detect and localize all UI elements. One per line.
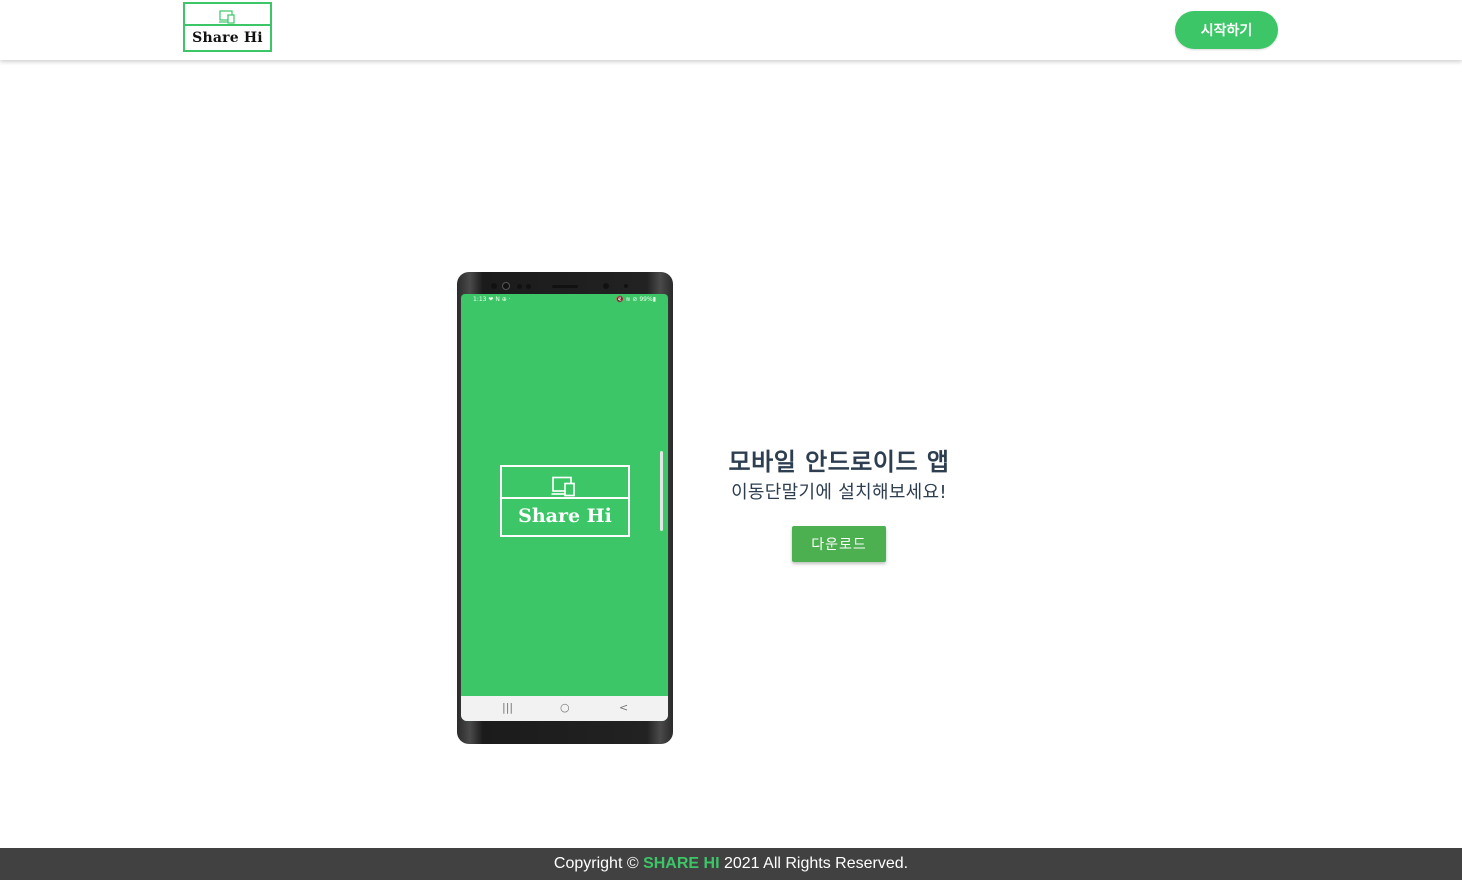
footer-copyright-prefix: Copyright © (553, 855, 639, 872)
logo-text: Share Hi (192, 30, 263, 46)
sensor-icon (517, 284, 522, 289)
front-camera-icon (502, 282, 510, 290)
back-icon: < (619, 701, 629, 714)
footer-copyright-suffix: 2021 All Rights Reserved. (723, 855, 909, 872)
download-button[interactable]: 다운로드 (792, 526, 886, 562)
share-hi-logo[interactable]: Share Hi (183, 2, 272, 52)
sensor-icon (526, 284, 531, 289)
devices-icon (219, 10, 235, 24)
phone-top-bezel (457, 272, 673, 294)
splash-logo: Share Hi (500, 465, 630, 537)
phone-screen: 1:13 ❤ N ⊕ · 🔇 ≋ ⊘ 99%▮ Share Hi ||| ○ < (461, 294, 668, 721)
phone-side-button (660, 451, 663, 531)
logo-divider (185, 24, 270, 26)
earpiece-speaker (552, 285, 578, 288)
splash-logo-text: Share Hi (518, 505, 612, 527)
devices-icon (551, 476, 575, 497)
sensor-icon (491, 283, 497, 289)
phone-mockup: 1:13 ❤ N ⊕ · 🔇 ≋ ⊘ 99%▮ Share Hi ||| ○ < (457, 272, 673, 744)
promo-subtitle: 이동단말기에 설치해보세요! (731, 482, 947, 503)
sensor-icon (603, 283, 609, 289)
status-left: 1:13 ❤ N ⊕ · (473, 296, 511, 303)
phone-status-bar: 1:13 ❤ N ⊕ · 🔇 ≋ ⊘ 99%▮ (461, 296, 668, 306)
status-right: 🔇 ≋ ⊘ 99%▮ (616, 296, 656, 303)
recent-apps-icon: ||| (502, 701, 514, 714)
site-header: Share Hi 시작하기 (0, 0, 1462, 60)
phone-nav-bar: ||| ○ < (461, 696, 668, 721)
home-icon: ○ (560, 701, 570, 714)
footer-brand: SHARE HI (643, 855, 720, 872)
site-footer: Copyright © SHARE HI 2021 All Rights Res… (0, 848, 1462, 880)
splash-logo-divider (502, 497, 628, 499)
promo-title: 모바일 안드로이드 앱 (728, 448, 950, 476)
start-button[interactable]: 시작하기 (1175, 11, 1278, 49)
sensor-icon (624, 284, 628, 288)
